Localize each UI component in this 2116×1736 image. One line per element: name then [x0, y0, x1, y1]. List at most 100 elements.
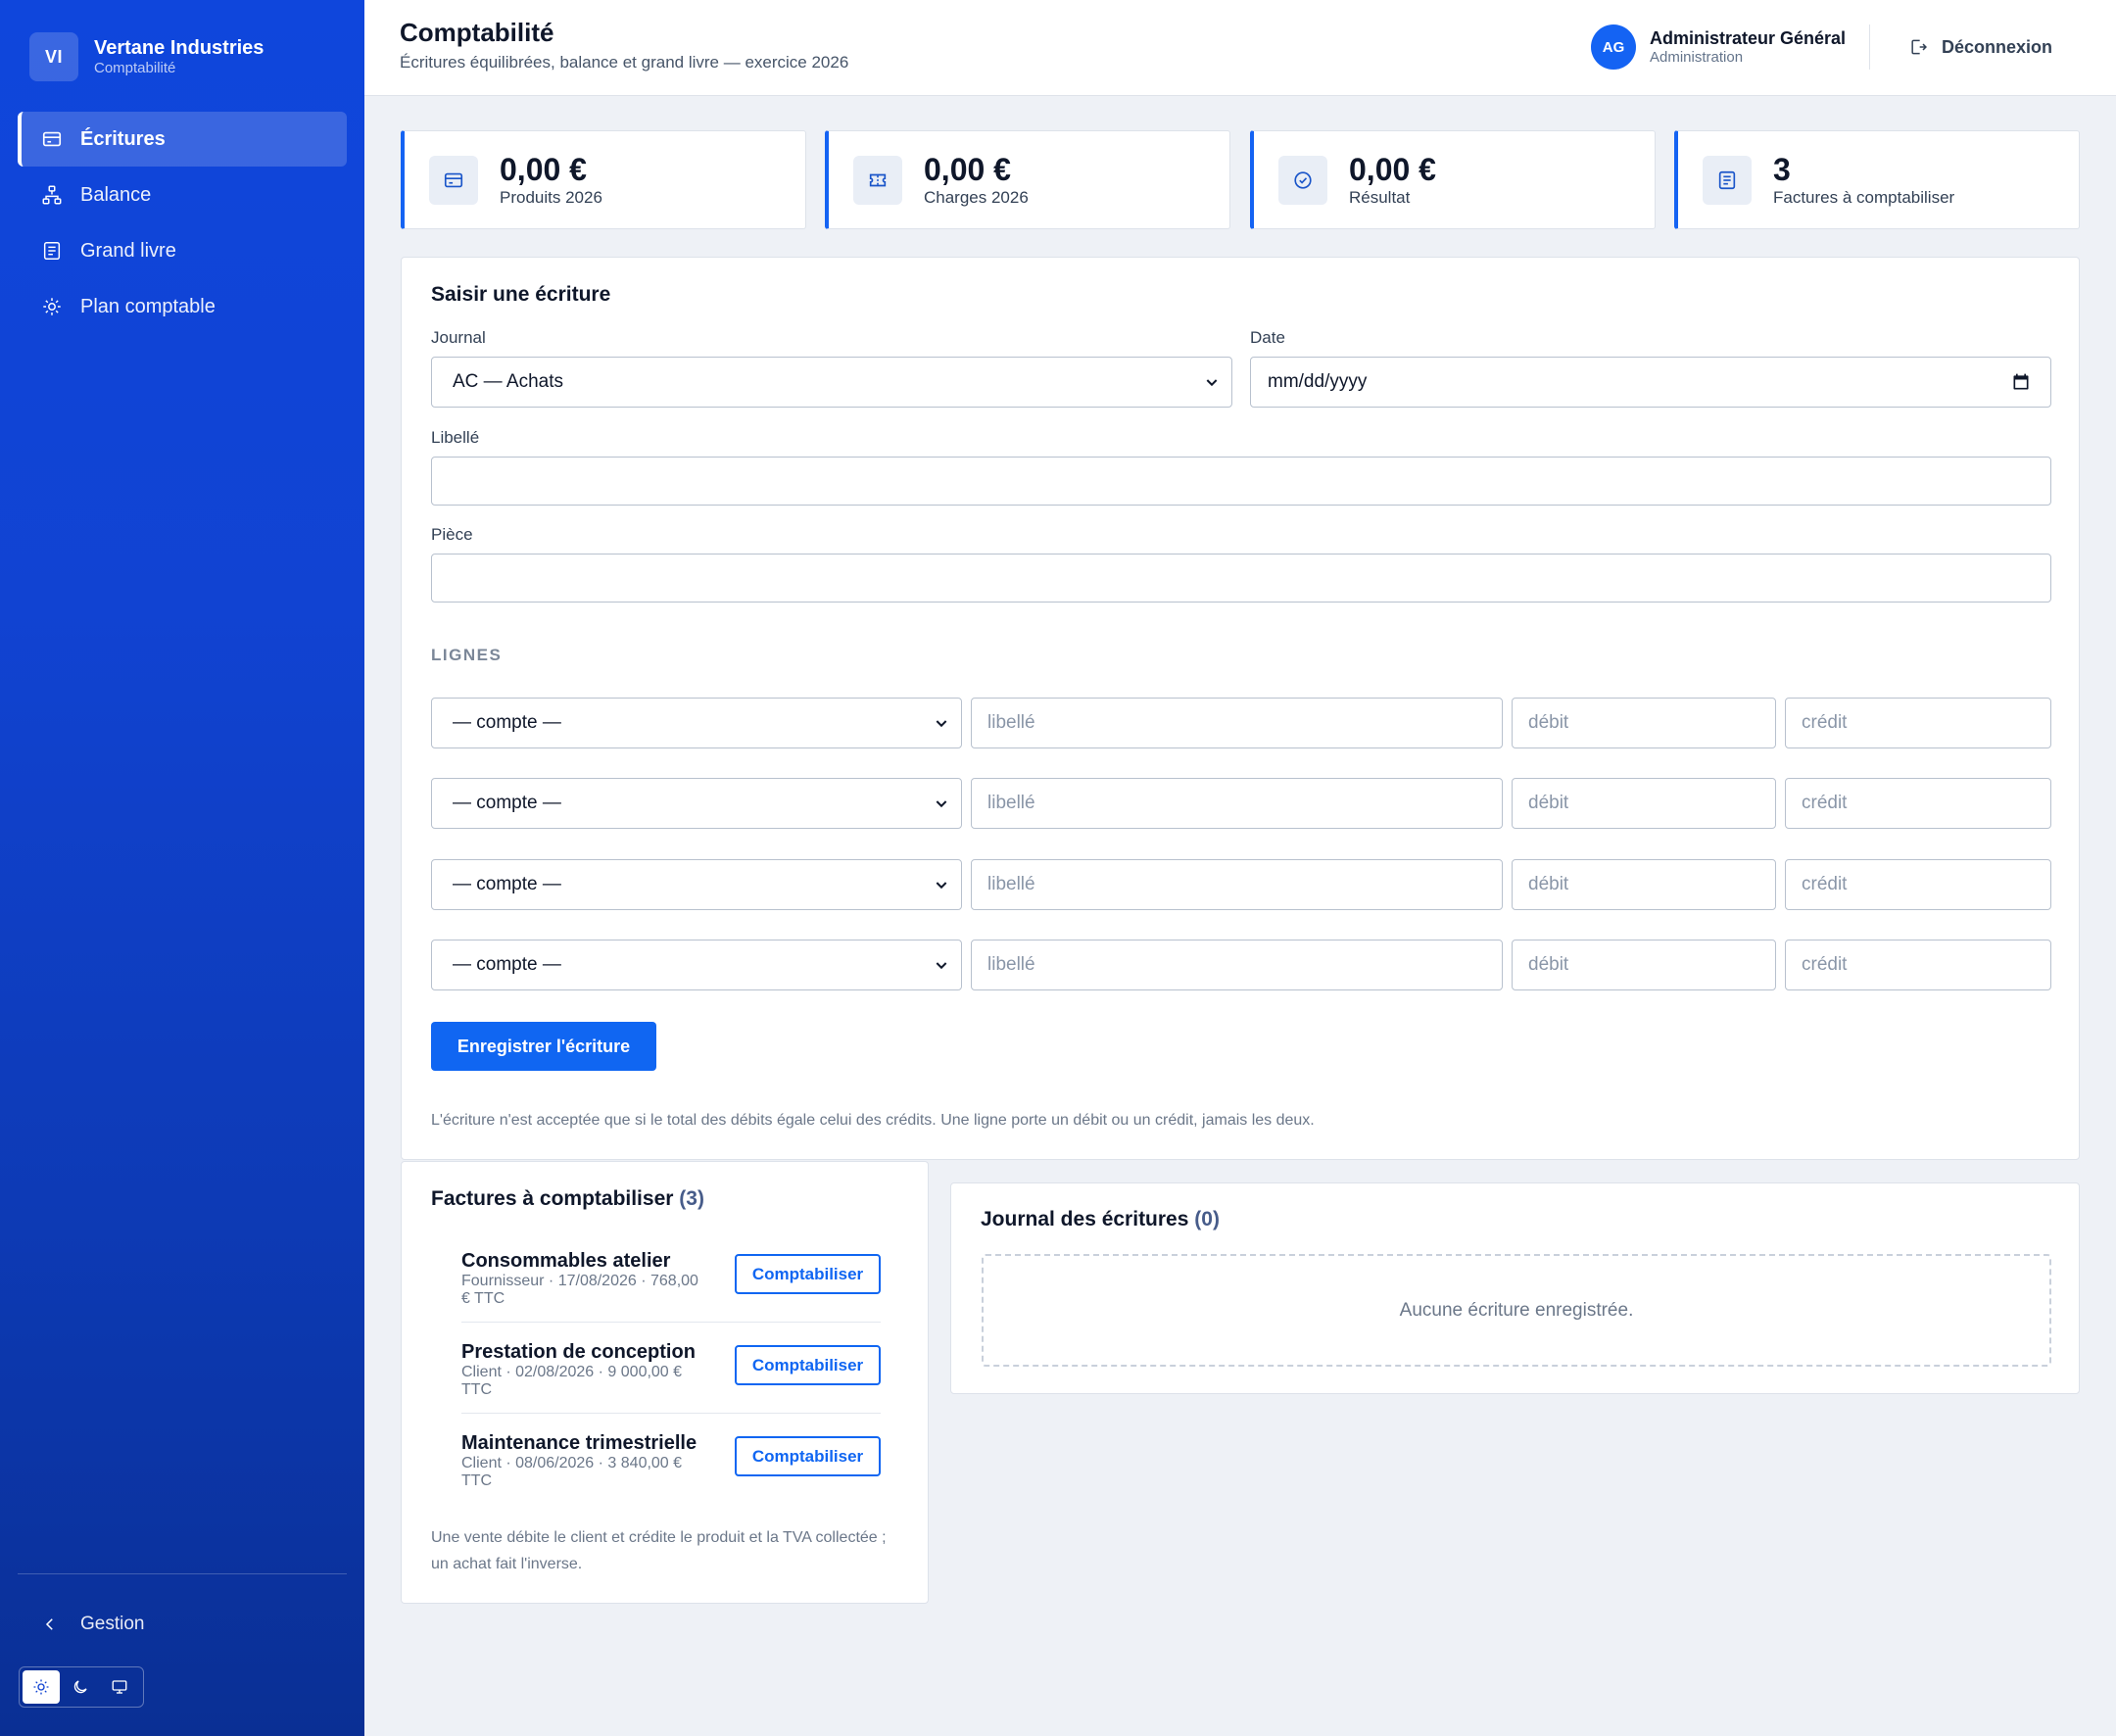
line-3-credit-input[interactable]: crédit	[1785, 859, 2051, 910]
logout-label: Déconnexion	[1942, 36, 2053, 57]
lines-caption: LIGNES	[431, 646, 503, 664]
brand[interactable]: VI Vertane Industries Comptabilité	[29, 32, 264, 81]
user-menu[interactable]: AG Administrateur Général Administration	[1591, 24, 1846, 70]
sidebar-item-label: Plan comptable	[80, 295, 216, 317]
line-2-libelle-input[interactable]: libellé	[971, 778, 1503, 829]
list-item: Prestation de conception Client · 02/08/…	[461, 1341, 881, 1399]
stat-value: 3	[1773, 151, 1791, 187]
invoices-count: (3)	[679, 1187, 704, 1210]
invoices-help: Une vente débite le client et crédite le…	[431, 1529, 887, 1572]
topbar: Comptabilité Écritures équilibrées, bala…	[364, 0, 2116, 96]
line-4-libelle-input[interactable]: libellé	[971, 940, 1503, 990]
line-1-debit-input[interactable]: débit	[1512, 698, 1776, 748]
post-invoice-button[interactable]: Comptabiliser	[735, 1436, 881, 1476]
line-4-account-select[interactable]: — compte —	[431, 940, 962, 990]
topbar-divider	[1869, 24, 1870, 70]
journal-panel: Journal des écritures (0) Aucune écritur…	[950, 1182, 2080, 1394]
line-1-credit-input[interactable]: crédit	[1785, 698, 2051, 748]
invoice-meta: Client · 02/08/2026 · 9 000,00 € TTC	[461, 1364, 683, 1398]
entry-form-title: Saisir une écriture	[431, 283, 611, 306]
journal-title-text: Journal des écritures	[981, 1208, 1189, 1230]
back-link-label: Gestion	[80, 1614, 145, 1634]
sidebar-item-label: Écritures	[80, 127, 166, 150]
line-2-debit-input[interactable]: débit	[1512, 778, 1776, 829]
piece-input[interactable]	[431, 554, 2051, 603]
journal-select-value: AC — Achats	[453, 371, 563, 392]
logout-button[interactable]: Déconnexion	[1908, 29, 2052, 65]
invoices-panel: Factures à comptabiliser (3) Consommable…	[401, 1161, 929, 1604]
card-icon	[42, 131, 62, 147]
line-3-debit-input[interactable]: débit	[1512, 859, 1776, 910]
user-role: Administration	[1650, 49, 1744, 66]
invoice-meta: Fournisseur · 17/08/2026 · 768,00 € TTC	[461, 1273, 698, 1307]
line-2-account-select[interactable]: — compte —	[431, 778, 962, 829]
sun-icon	[33, 1679, 49, 1695]
chevron-down-icon	[936, 800, 947, 808]
sidebar-item-plan-comptable[interactable]: Plan comptable	[18, 279, 347, 334]
sidebar-item-label: Grand livre	[80, 239, 176, 262]
invoices-title: Factures à comptabiliser (3)	[431, 1187, 704, 1211]
sidebar-item-label: Balance	[80, 183, 152, 206]
theme-switcher	[19, 1666, 144, 1708]
journal-label: Journal	[431, 328, 486, 347]
stat-card-resultat: 0,00 € Résultat	[1250, 130, 1656, 229]
brand-name: Vertane Industries	[94, 37, 264, 59]
theme-dark-button[interactable]	[62, 1670, 99, 1704]
sidebar-divider	[18, 1573, 347, 1574]
post-invoice-button[interactable]: Comptabiliser	[735, 1254, 881, 1294]
check-circle-icon	[1294, 170, 1312, 189]
theme-light-button[interactable]	[23, 1670, 60, 1704]
stat-value: 0,00 €	[924, 151, 1011, 187]
list-item: Consommables atelier Fournisseur · 17/08…	[461, 1250, 881, 1308]
journal-select[interactable]: AC — Achats	[431, 357, 1232, 408]
brand-logo: VI	[29, 32, 78, 81]
entry-form-help: L'écriture n'est acceptée que si le tota…	[431, 1112, 1315, 1129]
list-item: Maintenance trimestrielle Client · 08/06…	[461, 1432, 881, 1490]
hierarchy-icon	[42, 185, 62, 205]
chevron-down-icon	[936, 962, 947, 970]
line-3-account-select[interactable]: — compte —	[431, 859, 962, 910]
chevron-down-icon	[936, 882, 947, 890]
journal-count: (0)	[1194, 1208, 1220, 1230]
date-label: Date	[1250, 328, 1285, 347]
avatar: AG	[1591, 24, 1636, 70]
monitor-icon	[112, 1680, 127, 1694]
line-1-account-select[interactable]: — compte —	[431, 698, 962, 748]
document-icon	[1718, 170, 1736, 189]
save-entry-button[interactable]: Enregistrer l'écriture	[431, 1022, 656, 1071]
line-2-credit-input[interactable]: crédit	[1785, 778, 2051, 829]
brand-module: Comptabilité	[94, 60, 176, 76]
list-divider	[461, 1322, 881, 1323]
stat-card-charges: 0,00 € Charges 2026	[825, 130, 1230, 229]
sidebar-item-ecritures[interactable]: Écritures	[18, 112, 347, 167]
sidebar-item-balance[interactable]: Balance	[18, 168, 347, 222]
sidebar-item-grand-livre[interactable]: Grand livre	[18, 223, 347, 278]
line-3-libelle-input[interactable]: libellé	[971, 859, 1503, 910]
account-select-value: — compte —	[453, 874, 561, 894]
logout-icon	[1911, 39, 1927, 55]
ticket-icon	[869, 173, 887, 186]
stat-value: 0,00 €	[500, 151, 587, 187]
line-4-debit-input[interactable]: débit	[1512, 940, 1776, 990]
date-input[interactable]: mm/dd/yyyy	[1250, 357, 2051, 408]
stat-card-produits: 0,00 € Produits 2026	[401, 130, 806, 229]
invoice-meta: Client · 08/06/2026 · 3 840,00 € TTC	[461, 1455, 683, 1489]
line-4-credit-input[interactable]: crédit	[1785, 940, 2051, 990]
back-to-gestion-link[interactable]: Gestion	[41, 1607, 144, 1642]
account-select-value: — compte —	[453, 954, 561, 975]
calendar-icon[interactable]	[2011, 372, 2031, 392]
theme-system-button[interactable]	[101, 1670, 138, 1704]
line-1-libelle-input[interactable]: libellé	[971, 698, 1503, 748]
ledger-icon	[43, 242, 61, 260]
journal-empty-state: Aucune écriture enregistrée.	[982, 1254, 2051, 1367]
journal-title: Journal des écritures (0)	[981, 1208, 1220, 1231]
stat-value: 0,00 €	[1349, 151, 1436, 187]
entry-form-panel: Saisir une écriture Journal AC — Achats …	[401, 257, 2080, 1160]
piece-label: Pièce	[431, 525, 473, 544]
post-invoice-button[interactable]: Comptabiliser	[735, 1345, 881, 1385]
chevron-left-icon	[45, 1618, 53, 1630]
stat-label: Factures à comptabiliser	[1773, 187, 1955, 207]
libelle-input[interactable]	[431, 457, 2051, 506]
sidebar: VI Vertane Industries Comptabilité Écrit…	[0, 0, 364, 1736]
moon-icon	[73, 1680, 87, 1694]
